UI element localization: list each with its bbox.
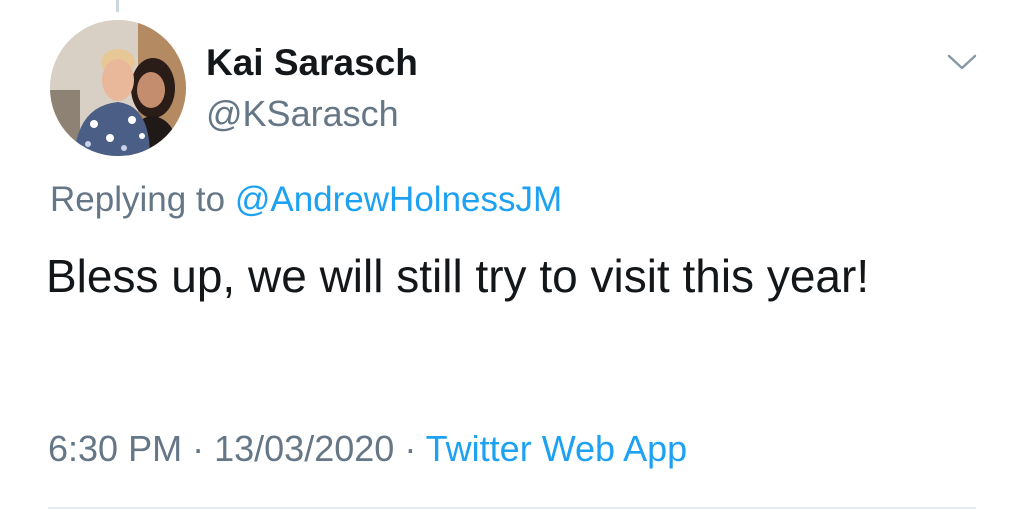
tweet-time[interactable]: 6:30 PM xyxy=(48,428,182,469)
meta-separator: · xyxy=(404,428,417,469)
tweet-date[interactable]: 13/03/2020 xyxy=(214,428,394,469)
thread-line xyxy=(116,0,119,12)
divider xyxy=(48,507,976,509)
more-options-button[interactable] xyxy=(940,44,984,80)
tweet-metadata: 6:30 PM · 13/03/2020 · Twitter Web App xyxy=(48,428,687,470)
avatar[interactable] xyxy=(50,20,186,156)
meta-separator: · xyxy=(192,428,205,469)
tweet: Kai Sarasch @KSarasch Replying to @Andre… xyxy=(0,0,1024,514)
replying-mention-link[interactable]: @AndrewHolnessJM xyxy=(235,180,562,219)
user-handle[interactable]: @KSarasch xyxy=(206,93,399,135)
tweet-text: Bless up, we will still try to visit thi… xyxy=(46,250,870,302)
chevron-down-icon xyxy=(947,54,977,70)
tweet-source-link[interactable]: Twitter Web App xyxy=(426,428,687,469)
replying-label: Replying to xyxy=(50,180,226,219)
display-name[interactable]: Kai Sarasch xyxy=(206,42,418,84)
profile-photo-icon xyxy=(50,20,186,156)
replying-to: Replying to @AndrewHolnessJM xyxy=(50,180,562,220)
